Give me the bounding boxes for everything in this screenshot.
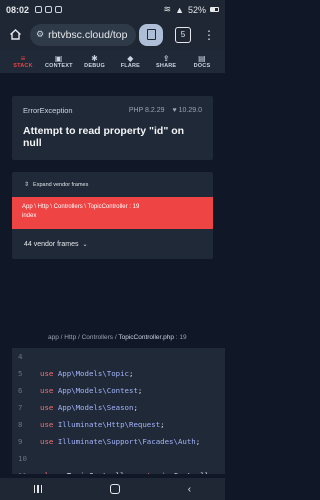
code-line-text: use App\Models\Contest;: [40, 386, 143, 395]
code-line-text: use Illuminate\Support\Facades\Auth;: [40, 437, 201, 446]
tab-label: DEBUG: [84, 63, 106, 69]
flare-icon: ◆: [127, 54, 134, 63]
battery-icon: [210, 7, 219, 12]
expand-vendor-frames-button[interactable]: ⇕ Expand vendor frames: [12, 172, 213, 197]
exception-message: Attempt to read property "id" on null: [23, 125, 185, 149]
code-line-number: 4: [18, 352, 23, 361]
home-icon: [9, 29, 21, 40]
system-navigation-bar: ‹: [0, 478, 225, 500]
line-number: : 19: [174, 334, 187, 341]
vendor-frames-label: 44 vendor frames: [24, 240, 79, 248]
code-line-text: class TopicController extends Controll: [40, 471, 209, 474]
exception-class: ErrorException: [23, 106, 73, 115]
code-line: 6 use App\Models\Contest;: [12, 382, 225, 399]
code-line-number: 9: [18, 437, 23, 446]
code-line: 4: [12, 348, 225, 365]
code-line-number: 8: [18, 420, 23, 429]
notification-icon: [45, 6, 53, 13]
code-line: 11class TopicController extends Controll: [12, 467, 225, 474]
vendor-frames-toggle[interactable]: 44 vendor frames ⌄: [12, 229, 213, 259]
tab-context[interactable]: ▣ CONTEXT: [42, 50, 76, 73]
notification-icons: [35, 6, 63, 13]
tab-label: SHARE: [156, 63, 177, 69]
more-menu-icon[interactable]: ⋮: [203, 29, 215, 41]
code-line-text: use App\Models\Topic;: [40, 369, 134, 378]
stack-trace-card: ⇕ Expand vendor frames App \ Http \ Cont…: [12, 172, 213, 259]
reader-mode-button[interactable]: [139, 23, 163, 46]
tab-stack[interactable]: ≡ STACK: [6, 50, 40, 73]
exception-card: ErrorException PHP 8.2.29 ♥ 10.29.0 Atte…: [12, 96, 213, 160]
code-line-text: use Illuminate\Http\Request;: [40, 420, 165, 429]
tab-label: FLARE: [120, 63, 141, 69]
stack-icon: ≡: [20, 54, 26, 63]
back-button[interactable]: ‹: [188, 484, 191, 495]
code-line-number: 6: [18, 386, 23, 395]
notification-icon: [55, 6, 63, 13]
system-indicators: ≋ ▲ 52%: [164, 4, 219, 15]
battery-percent: 52%: [187, 4, 206, 15]
frame-path: App \ Http \ Controllers \ TopicControll…: [22, 204, 140, 210]
active-stack-frame[interactable]: App \ Http \ Controllers \ TopicControll…: [12, 197, 213, 229]
code-snippet: 4 5 use App\Models\Topic; 6 use App\Models\C…: [12, 348, 225, 474]
code-line-text: use App\Models\Season;: [40, 403, 138, 412]
error-page-nav: ≡ STACK ▣ CONTEXT ✱ DEBUG ◆ FLARE ⇪ SHAR…: [0, 50, 225, 74]
browser-toolbar: ⚙ rbtvbsc.cloud/top 5 ⋮: [0, 19, 225, 50]
code-line-number: 7: [18, 403, 23, 412]
home-nav-button[interactable]: [110, 484, 121, 494]
code-line-number: 11: [12, 471, 40, 474]
document-icon: [146, 29, 156, 40]
status-bar: 08:02 ≋ ▲ 52%: [0, 0, 225, 19]
php-version: PHP 8.2.29: [128, 107, 165, 114]
tab-debug[interactable]: ✱ DEBUG: [78, 50, 112, 73]
context-icon: ▣: [54, 54, 63, 63]
code-line-number: 5: [18, 369, 23, 378]
clock: 08:02: [6, 4, 30, 15]
chevron-up-down-icon: ⇕: [24, 182, 30, 188]
laravel-version-text: 10.29.0: [178, 107, 202, 114]
file-path-prefix: app / Http / Controllers /: [48, 334, 119, 341]
code-line: 10: [12, 450, 225, 467]
url-text: rbtvbsc.cloud/top: [48, 28, 128, 41]
laravel-version: ♥ 10.29.0: [173, 107, 202, 114]
code-line: 8 use Illuminate\Http\Request;: [12, 416, 225, 433]
tab-flare[interactable]: ◆ FLARE: [113, 50, 147, 73]
debug-icon: ✱: [91, 54, 99, 63]
chevron-down-icon: ⌄: [82, 241, 88, 248]
expand-label: Expand vendor frames: [33, 181, 89, 188]
docs-icon: ▤: [198, 54, 206, 63]
home-button[interactable]: [4, 24, 26, 46]
code-line-number: 10: [18, 454, 27, 463]
tab-label: CONTEXT: [44, 63, 73, 69]
code-line: 7 use App\Models\Season;: [12, 399, 225, 416]
frame-method: index: [22, 213, 37, 219]
recent-apps-button[interactable]: [33, 485, 43, 493]
site-settings-icon[interactable]: ⚙: [36, 29, 44, 40]
file-name: TopicController.php: [118, 334, 174, 341]
code-line: 9 use Illuminate\Support\Facades\Auth;: [12, 433, 225, 450]
tab-label: DOCS: [193, 63, 211, 69]
notification-icon: [35, 6, 43, 13]
tab-share[interactable]: ⇪ SHARE: [149, 50, 183, 73]
code-line: 5 use App\Models\Topic;: [12, 365, 225, 382]
url-bar[interactable]: ⚙ rbtvbsc.cloud/top: [30, 23, 136, 46]
tab-label: STACK: [13, 63, 33, 69]
code-file-path[interactable]: app / Http / Controllers / TopicControll…: [48, 334, 187, 341]
share-icon: ⇪: [162, 54, 170, 63]
signal-icon: ▲: [175, 4, 184, 15]
wifi-icon: ≋: [163, 4, 172, 14]
tab-docs[interactable]: ▤ DOCS: [185, 50, 219, 73]
tab-switcher-button[interactable]: 5: [175, 26, 191, 43]
